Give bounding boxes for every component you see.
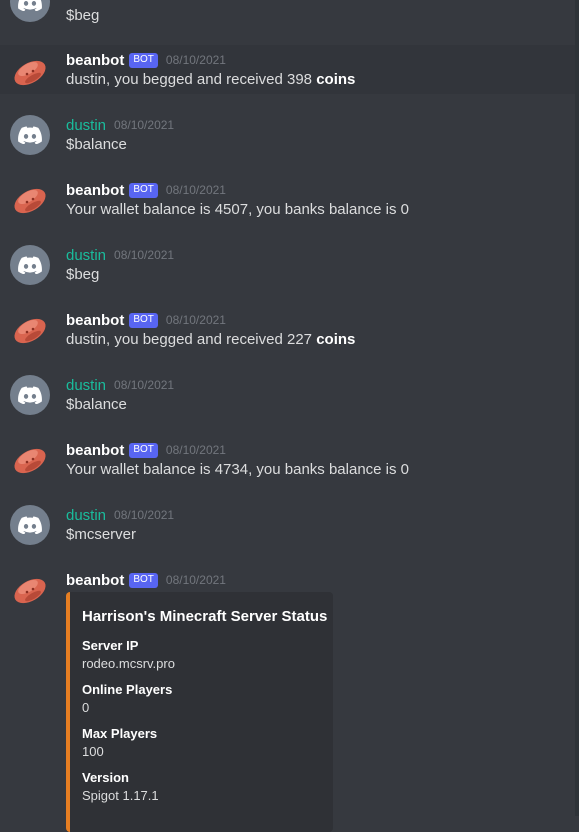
discord-logo-icon[interactable] (10, 375, 50, 415)
message-item: dustin 08/10/2021 $balance (0, 370, 575, 420)
discord-logo-icon[interactable] (10, 115, 50, 155)
bot-badge: BOT (129, 52, 158, 68)
message-item: $beg (0, 0, 575, 40)
message-item: beanbot BOT 08/10/2021 Your wallet balan… (0, 175, 575, 225)
discord-logo-icon[interactable] (10, 505, 50, 545)
timestamp: 08/10/2021 (114, 378, 175, 392)
bot-badge: BOT (129, 572, 158, 588)
embed-field: Server IP rodeo.mcsrv.pro (82, 637, 321, 673)
timestamp: 08/10/2021 (114, 508, 175, 522)
message-item: beanbot BOT 08/10/2021 dustin, you begge… (0, 305, 575, 355)
author-name[interactable]: beanbot (66, 572, 124, 589)
field-value: Spigot 1.17.1 (82, 788, 159, 803)
field-name: Max Players (82, 726, 158, 741)
message-text: Your wallet balance is 4507, you banks b… (66, 201, 410, 218)
field-value: rodeo.mcsrv.pro (82, 656, 175, 671)
timestamp: 08/10/2021 (165, 53, 226, 67)
field-value: 100 (82, 744, 104, 759)
author-name[interactable]: dustin (66, 117, 106, 134)
message-item: dustin 08/10/2021 $beg (0, 240, 575, 290)
server-status-embed: Harrison's Minecraft Server Status Serve… (66, 592, 333, 832)
message-item: dustin 08/10/2021 $mcserver (0, 500, 575, 550)
author-name[interactable]: beanbot (66, 312, 124, 329)
embed-field: Online Players 0 (82, 681, 321, 717)
bot-badge: BOT (129, 182, 158, 198)
message-text: $beg (66, 266, 100, 283)
field-name: Server IP (82, 638, 139, 653)
message-item: beanbot BOT 08/10/2021 dustin, you begge… (0, 45, 575, 94)
message-text-part: dustin, you begged and received 227 (66, 331, 317, 348)
field-value: 0 (82, 700, 90, 715)
message-text: Your wallet balance is 4734, you banks b… (66, 461, 410, 478)
message-text-part: dustin, you begged and received 398 (66, 71, 317, 88)
message-text: dustin, you begged and received 227 coin… (66, 330, 355, 350)
bean-icon[interactable] (10, 310, 50, 350)
bean-icon[interactable] (10, 180, 50, 220)
field-name: Version (82, 770, 129, 785)
discord-logo-icon[interactable] (10, 0, 50, 22)
timestamp: 08/10/2021 (165, 313, 226, 327)
embed-field: Max Players 100 (82, 725, 321, 761)
bean-icon[interactable] (10, 570, 50, 610)
message-text: $balance (66, 136, 127, 153)
field-name: Online Players (82, 682, 173, 697)
author-name[interactable]: beanbot (66, 442, 124, 459)
chat-messages: $beg beanbot BOT 08/10/2021 dustin, you … (0, 0, 579, 832)
message-text-bold: coins (316, 71, 356, 88)
discord-logo-icon[interactable] (10, 245, 50, 285)
embed-title: Harrison's Minecraft Server Status (82, 608, 328, 625)
author-name[interactable]: beanbot (66, 182, 124, 199)
bean-icon[interactable] (10, 440, 50, 480)
author-name[interactable]: dustin (66, 507, 106, 524)
bean-icon[interactable] (10, 52, 50, 92)
author-name[interactable]: beanbot (66, 52, 124, 69)
message-text: $beg (66, 7, 100, 24)
bot-badge: BOT (129, 312, 158, 328)
embed-field: Version Spigot 1.17.1 (82, 769, 321, 805)
author-name[interactable]: dustin (66, 247, 106, 264)
timestamp: 08/10/2021 (165, 573, 226, 587)
message-text: dustin, you begged and received 398 coin… (66, 70, 355, 90)
message-item: beanbot BOT 08/10/2021 Your wallet balan… (0, 435, 575, 485)
message-text-bold: coins (316, 331, 356, 348)
message-text: $mcserver (66, 526, 137, 543)
bot-badge: BOT (129, 442, 158, 458)
author-name[interactable]: dustin (66, 377, 106, 394)
message-text: $balance (66, 396, 127, 413)
timestamp: 08/10/2021 (165, 443, 226, 457)
timestamp: 08/10/2021 (114, 248, 175, 262)
scrollbar-track[interactable] (575, 0, 579, 816)
message-item: dustin 08/10/2021 $balance (0, 110, 575, 160)
timestamp: 08/10/2021 (165, 183, 226, 197)
timestamp: 08/10/2021 (114, 118, 175, 132)
